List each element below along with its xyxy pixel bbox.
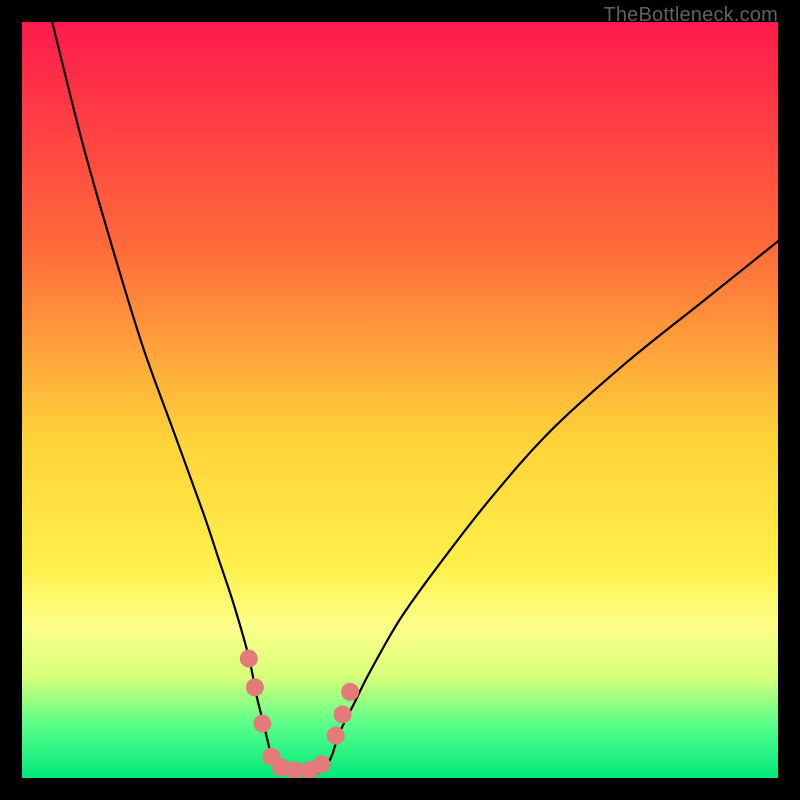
data-marker xyxy=(253,715,271,733)
chart-plot-area xyxy=(22,22,778,778)
data-marker xyxy=(341,683,359,701)
watermark-text: TheBottleneck.com xyxy=(603,4,778,27)
chart-background xyxy=(22,22,778,778)
data-marker xyxy=(246,678,264,696)
data-marker xyxy=(240,650,258,668)
data-marker xyxy=(312,755,330,773)
data-marker xyxy=(327,727,345,745)
data-marker xyxy=(334,705,352,723)
chart-svg xyxy=(22,22,778,778)
